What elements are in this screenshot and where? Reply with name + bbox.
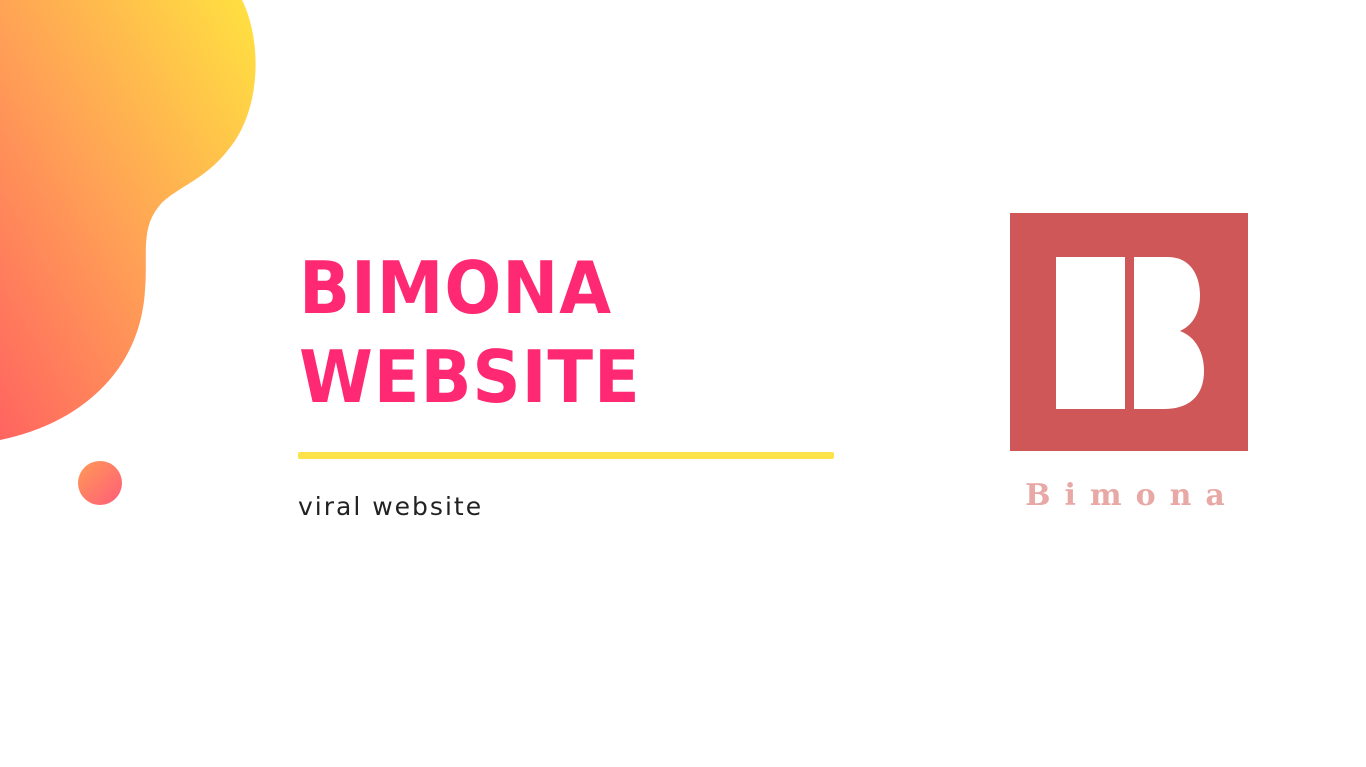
subtitle: viral website <box>298 492 484 521</box>
title-line-1: BIMONA <box>299 246 612 330</box>
logo-b-glyph <box>1056 257 1204 409</box>
page-title: BIMONA WEBSITE <box>299 244 641 422</box>
logo-wordmark: Bimona <box>1025 478 1239 513</box>
decorative-dot <box>78 461 122 505</box>
decorative-blob <box>0 0 256 440</box>
logo-icon <box>1010 213 1248 451</box>
title-divider <box>298 452 834 459</box>
title-line-2: WEBSITE <box>299 335 641 419</box>
slide: BIMONA WEBSITE viral website Bimona <box>0 0 1366 767</box>
